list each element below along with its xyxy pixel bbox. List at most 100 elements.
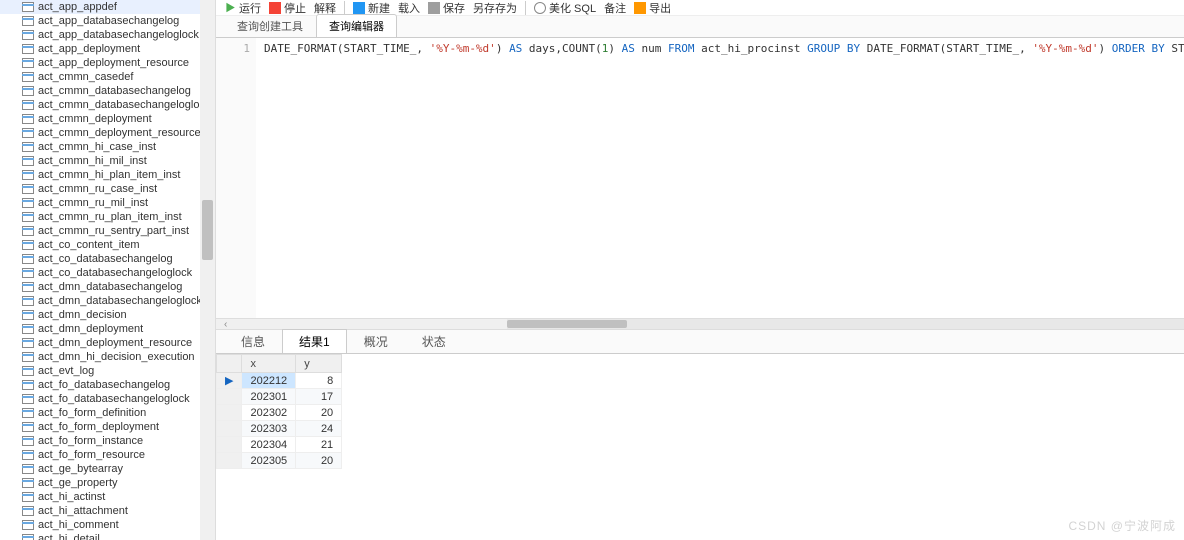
col-header-y[interactable]: y [296, 355, 342, 373]
table-item[interactable]: act_hi_actinst [0, 490, 215, 504]
table-item[interactable]: act_evt_log [0, 364, 215, 378]
db-sidebar: act_app_appdefact_app_databasechangeloga… [0, 0, 216, 540]
table-row[interactable]: 20230220 [217, 405, 342, 421]
tab-status[interactable]: 状态 [405, 329, 463, 353]
table-label: act_hi_actinst [38, 491, 105, 503]
cell-x[interactable]: 202302 [242, 405, 296, 421]
table-icon [22, 72, 34, 82]
table-row[interactable]: 20230421 [217, 437, 342, 453]
table-item[interactable]: act_fo_form_resource [0, 448, 215, 462]
table-row[interactable]: 20230520 [217, 453, 342, 469]
watermark: CSDN @宁波阿成 [1068, 517, 1176, 534]
table-item[interactable]: act_fo_databasechangelog [0, 378, 215, 392]
table-row[interactable]: 20230117 [217, 389, 342, 405]
table-label: act_evt_log [38, 365, 94, 377]
table-item[interactable]: act_co_content_item [0, 238, 215, 252]
table-item[interactable]: act_cmmn_deployment_resource [0, 126, 215, 140]
saveas-button[interactable]: 另存存为 [473, 0, 517, 16]
table-item[interactable]: act_cmmn_ru_sentry_part_inst [0, 224, 215, 238]
table-item[interactable]: act_dmn_databasechangeloglock [0, 294, 215, 308]
sql-code[interactable]: DATE_FORMAT(START_TIME_, '%Y-%m-%d') AS … [256, 38, 1184, 318]
table-item[interactable]: act_co_databasechangelog [0, 252, 215, 266]
editor-hscrollbar[interactable] [507, 319, 1184, 329]
result-grid[interactable]: x y ▶20221282023011720230220202303242023… [216, 354, 1184, 540]
table-row[interactable]: 20230324 [217, 421, 342, 437]
table-icon [22, 492, 34, 502]
sidebar-scrollbar[interactable] [200, 0, 215, 540]
cell-x[interactable]: 202304 [242, 437, 296, 453]
beautify-label: 美化 SQL [549, 0, 596, 16]
load-button[interactable]: 载入 [398, 0, 420, 16]
tab-query-builder[interactable]: 查询创建工具 [224, 14, 316, 37]
table-item[interactable]: act_fo_form_definition [0, 406, 215, 420]
table-item[interactable]: act_dmn_deployment_resource [0, 336, 215, 350]
cell-x[interactable]: 202212 [242, 373, 296, 389]
sql-keyword: AS [509, 42, 522, 55]
tab-info[interactable]: 信息 [224, 329, 282, 353]
editor-hscrollbar-thumb[interactable] [507, 320, 627, 328]
table-item[interactable]: act_hi_comment [0, 518, 215, 532]
table-item[interactable]: act_cmmn_ru_case_inst [0, 182, 215, 196]
sidebar-scrollbar-thumb[interactable] [202, 200, 213, 260]
tab-profile[interactable]: 概况 [347, 329, 405, 353]
table-item[interactable]: act_fo_form_deployment [0, 420, 215, 434]
cell-y[interactable]: 17 [296, 389, 342, 405]
table-icon [22, 520, 34, 530]
chevron-left-icon: ‹ [224, 319, 227, 330]
table-item[interactable]: act_ge_property [0, 476, 215, 490]
table-item[interactable]: act_cmmn_deployment [0, 112, 215, 126]
sql-keyword: AS [622, 42, 635, 55]
table-label: act_dmn_decision [38, 309, 127, 321]
cell-y[interactable]: 20 [296, 405, 342, 421]
table-item[interactable]: act_app_appdef [0, 0, 215, 14]
beautify-button[interactable]: 美化 SQL [534, 0, 596, 16]
table-item[interactable]: act_cmmn_hi_mil_inst [0, 154, 215, 168]
table-icon [22, 352, 34, 362]
tab-result1[interactable]: 结果1 [282, 329, 347, 353]
cell-y[interactable]: 24 [296, 421, 342, 437]
cell-y[interactable]: 21 [296, 437, 342, 453]
table-item[interactable]: act_co_databasechangeloglock [0, 266, 215, 280]
table-item[interactable]: act_cmmn_hi_case_inst [0, 140, 215, 154]
table-item[interactable]: act_dmn_decision [0, 308, 215, 322]
table-item[interactable]: act_cmmn_casedef [0, 70, 215, 84]
table-item[interactable]: act_dmn_hi_decision_execution [0, 350, 215, 364]
table-item[interactable]: act_app_deployment_resource [0, 56, 215, 70]
table-item[interactable]: act_cmmn_ru_mil_inst [0, 196, 215, 210]
save-button[interactable]: 保存 [428, 0, 465, 16]
cell-y[interactable]: 20 [296, 453, 342, 469]
table-item[interactable]: act_cmmn_databasechangelog [0, 84, 215, 98]
table-item[interactable]: act_ge_bytearray [0, 462, 215, 476]
cell-y[interactable]: 8 [296, 373, 342, 389]
table-icon [22, 198, 34, 208]
table-item[interactable]: act_hi_detail [0, 532, 215, 540]
table-item[interactable]: act_dmn_deployment [0, 322, 215, 336]
table-row[interactable]: ▶2022128 [217, 373, 342, 389]
table-item[interactable]: act_cmmn_databasechangeloglock [0, 98, 215, 112]
table-label: act_fo_form_resource [38, 449, 145, 461]
sql-editor[interactable]: 1 DATE_FORMAT(START_TIME_, '%Y-%m-%d') A… [216, 38, 1184, 318]
export-label: 导出 [649, 0, 671, 16]
cell-x[interactable]: 202301 [242, 389, 296, 405]
table-item[interactable]: act_app_databasechangeloglock [0, 28, 215, 42]
table-label: act_ge_property [38, 477, 118, 489]
tab-query-editor[interactable]: 查询编辑器 [316, 14, 397, 37]
table-item[interactable]: act_hi_attachment [0, 504, 215, 518]
table-label: act_dmn_databasechangeloglock [38, 295, 202, 307]
cell-x[interactable]: 202303 [242, 421, 296, 437]
export-button[interactable]: 导出 [634, 0, 671, 16]
sql-text: START_TIME_) c [1165, 42, 1184, 55]
table-item[interactable]: act_cmmn_ru_plan_item_inst [0, 210, 215, 224]
table-item[interactable]: act_app_deployment [0, 42, 215, 56]
table-item[interactable]: act_cmmn_hi_plan_item_inst [0, 168, 215, 182]
table-item[interactable]: act_dmn_databasechangelog [0, 280, 215, 294]
table-item[interactable]: act_fo_form_instance [0, 434, 215, 448]
table-item[interactable]: act_fo_databasechangeloglock [0, 392, 215, 406]
toolbar-separator [525, 1, 526, 15]
cell-x[interactable]: 202305 [242, 453, 296, 469]
col-header-x[interactable]: x [242, 355, 296, 373]
table-icon [22, 268, 34, 278]
table-item[interactable]: act_app_databasechangelog [0, 14, 215, 28]
memo-button[interactable]: 备注 [604, 0, 626, 16]
table-icon [22, 422, 34, 432]
